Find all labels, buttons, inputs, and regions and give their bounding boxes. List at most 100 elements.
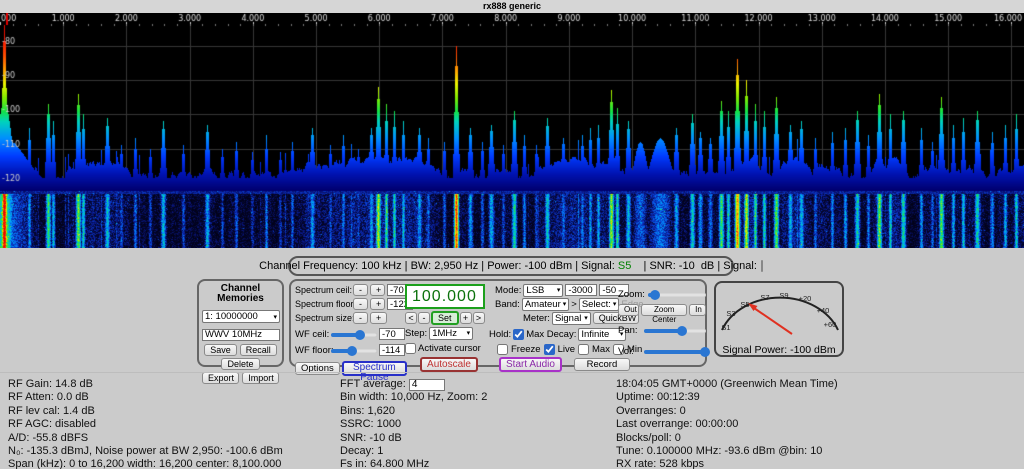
freq-step-left-button[interactable]: < <box>405 312 417 324</box>
vol-label: Vol: <box>618 346 642 357</box>
band-select[interactable]: Amateur▾ <box>522 298 569 311</box>
zoom-slider[interactable] <box>648 289 706 300</box>
signal-strength-bar <box>761 260 763 272</box>
rf-status-line: RF Atten: 0.0 dB <box>8 391 286 404</box>
spectrum-pause-button[interactable]: Spectrum Pause <box>342 361 407 376</box>
pan-label: Pan: <box>618 325 642 336</box>
max-checkbox[interactable] <box>578 344 589 355</box>
wf-floor-slider[interactable] <box>331 345 377 356</box>
freeze-checkbox[interactable] <box>497 344 508 355</box>
meter-select[interactable]: Signal▾ <box>552 312 591 325</box>
delete-button[interactable]: Delete <box>221 358 259 370</box>
chevron-down-icon: ▾ <box>613 300 617 308</box>
gauge-scale-label: S9 <box>779 291 788 300</box>
page-title: rx888 generic <box>0 0 1024 13</box>
frequency-display: 100.000 <box>405 284 485 309</box>
system-status-line: Last overrange: 00:00:00 <box>616 418 838 431</box>
freq-plus-button[interactable]: + <box>460 312 472 324</box>
zoom-in-button[interactable]: In <box>689 304 706 316</box>
hold-max-checkbox[interactable] <box>513 329 524 340</box>
meter-label: Meter: <box>523 313 550 324</box>
options-button[interactable]: Options <box>295 362 340 375</box>
chevron-down-icon: ▾ <box>563 300 567 308</box>
spectrum-ceil-label: Spectrum ceil: <box>295 285 351 295</box>
freq-set-button[interactable]: Set <box>431 311 459 325</box>
chevron-down-icon: ▾ <box>467 329 471 337</box>
fft-status-line: SSRC: 1000 <box>340 418 487 431</box>
step-select-value: 1MHz <box>432 328 457 339</box>
gauge-scale-label: S5 <box>740 300 749 309</box>
gauge-scale-label: S1 <box>721 323 730 332</box>
wf-ceil-input[interactable] <box>379 328 405 340</box>
gauge-scale-label: +40 <box>817 306 830 315</box>
chevron-down-icon: ▾ <box>273 313 277 321</box>
freq-step-right-button[interactable]: > <box>473 312 485 324</box>
pan-slider[interactable] <box>644 325 706 336</box>
mode-select[interactable]: LSB ▾ <box>523 284 563 297</box>
system-status-line: Tune: 0.100000 MHz: -93.6 dBm @bin: 10 <box>616 445 838 458</box>
spectrum-size-plus-button[interactable]: + <box>370 312 387 324</box>
record-button[interactable]: Record <box>574 358 630 371</box>
activate-cursor-checkbox[interactable] <box>405 343 416 354</box>
hold-label: Hold: <box>489 329 511 340</box>
wf-floor-label: WF floor: <box>295 345 329 356</box>
gauge-needle <box>754 308 792 334</box>
gauge-scale-label: +20 <box>799 294 812 303</box>
rf-status-line: RF AGC: disabled <box>8 418 286 431</box>
status-divider <box>0 372 1024 373</box>
band-sub-select[interactable]: Select:▾ <box>579 298 620 311</box>
rf-status-line: A/D: -55.8 dBFS <box>8 432 286 445</box>
rf-status-line: N₀: -135.3 dBmJ, Noise power at BW 2,950… <box>8 445 286 458</box>
autoscale-button[interactable]: Autoscale <box>420 357 478 372</box>
channel-status-text-mid: | SNR: -10 dB | Signal: <box>631 260 757 272</box>
fft-status-line: SNR: -10 dB <box>340 432 487 445</box>
filter-low-input[interactable] <box>565 284 597 296</box>
signal-power-caption: Signal Power: -100 dBm <box>718 344 840 356</box>
band-select-value: Amateur <box>525 299 561 310</box>
step-select[interactable]: 1MHz ▾ <box>429 327 473 340</box>
zoom-out-button[interactable]: Out <box>618 304 639 316</box>
spectrum-floor-label: Spectrum floor: <box>295 299 351 309</box>
rf-status-line: RF lev cal: 1.4 dB <box>8 405 286 418</box>
mode-select-value: LSB <box>526 285 544 296</box>
fft-average-input[interactable] <box>409 379 445 391</box>
band-label: Band: <box>495 299 520 310</box>
system-status-column: 18:04:05 GMT+0000 (Greenwich Mean Time)U… <box>616 378 838 469</box>
save-button[interactable]: Save <box>204 344 237 356</box>
spectrum-ceil-plus-button[interactable]: + <box>370 284 385 296</box>
spectrum-size-label: Spectrum size: <box>295 313 351 323</box>
channel-status-bar: Channel Frequency: 100 kHz | BW: 2,950 H… <box>288 256 734 276</box>
chevron-down-icon: ▾ <box>557 286 561 294</box>
fft-status-line: Bins: 1,620 <box>340 405 487 418</box>
channel-memories-title: Channel Memories <box>202 284 279 304</box>
frequency-controls: 100.000 < - Set + > Step: 1MHz▾ Activate <box>405 284 493 374</box>
recall-button[interactable]: Recall <box>240 344 277 356</box>
live-checkbox[interactable] <box>544 344 555 355</box>
spectrum-size-minus-button[interactable]: - <box>353 312 368 324</box>
wf-ceil-slider[interactable] <box>331 329 377 340</box>
wf-floor-input[interactable] <box>379 344 405 356</box>
band-gt-label: > <box>571 299 577 310</box>
live-label: Live <box>558 344 575 355</box>
signal-s-value: S5 <box>618 260 631 272</box>
rf-status-column: RF Gain: 14.8 dBRF Atten: 0.0 dBRF lev c… <box>8 378 286 469</box>
sdr-app-window: rx888 generic Channel Frequency: 100 kHz… <box>0 0 1024 469</box>
channel-memories-panel: Channel Memories 1: 10000000▾ Save Recal… <box>197 279 284 367</box>
fft-status-column: FFT average: Bin width: 10,000 Hz, Zoom:… <box>340 378 487 469</box>
spectrum-ceil-minus-button[interactable]: - <box>353 284 368 296</box>
system-status-line: Uptime: 00:12:39 <box>616 391 838 404</box>
wf-ceil-label: WF ceil: <box>295 329 329 340</box>
start-audio-button[interactable]: Start Audio <box>499 357 562 372</box>
spectrum-floor-plus-button[interactable]: + <box>370 298 385 310</box>
signal-meter-gauge: S1S3S5S7S9+20+40+60 <box>718 284 842 342</box>
zoom-center-button[interactable]: Zoom Center <box>641 304 687 316</box>
fft-status-line: Decay: 1 <box>340 445 487 458</box>
freq-minus-button[interactable]: - <box>418 312 430 324</box>
system-status-line: Overranges: 0 <box>616 405 838 418</box>
vol-slider[interactable] <box>644 346 706 357</box>
memory-label-input[interactable] <box>202 329 280 341</box>
spectrum-waterfall-canvas[interactable] <box>0 13 1024 248</box>
spectrum-floor-minus-button[interactable]: - <box>353 298 368 310</box>
memory-select[interactable]: 1: 10000000▾ <box>202 310 280 323</box>
zoom-label: Zoom: <box>618 289 646 300</box>
